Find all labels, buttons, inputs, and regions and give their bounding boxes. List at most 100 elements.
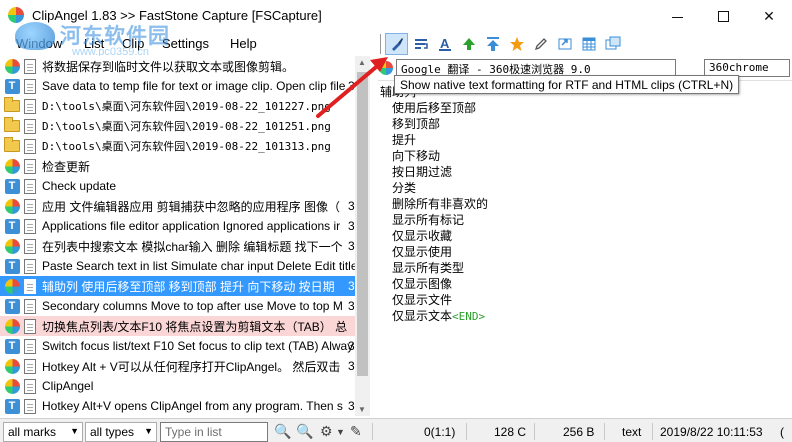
brush-icon [391,38,403,51]
list-item[interactable]: T Hotkey Alt+V opens ClipAngel from any p… [0,396,355,416]
clip-text-line: 使用后移至顶部 [392,99,476,116]
list-item[interactable]: T Secondary columns Move to top after use… [0,296,355,316]
text-type-icon: T [4,298,20,314]
list-scrollbar[interactable]: ▲ ▼ [355,56,370,416]
minimize-button[interactable] [654,0,700,32]
window-button[interactable] [601,33,624,55]
document-icon [24,178,36,194]
clip-text-line: 删除所有非喜欢的 [392,195,488,212]
open-button[interactable] [553,33,576,55]
document-icon [24,258,36,274]
text-type-icon: T [4,178,20,194]
list-item[interactable]: ClipAngel [0,376,355,396]
list-item-text: Secondary columns Move to top after use … [42,299,343,313]
native-format-button[interactable] [385,33,408,55]
status-divider [534,423,535,440]
close-icon: ✕ [763,7,775,24]
clip-text-line-content: 显示所有类型 [392,261,465,275]
list-item[interactable]: 在列表中搜索文本 模拟char输入 删除 编辑标题 找下一个 3 [0,236,355,256]
svg-text:A: A [440,36,450,51]
star-icon [509,37,524,51]
list-item[interactable]: T Switch focus list/text F10 Set focus to… [0,336,355,356]
app-source-icon [4,198,20,214]
list-item[interactable]: T Check update [0,176,355,196]
list-item[interactable]: D:\tools\桌面\河东软件园\2019-08-22_101227.png [0,96,355,116]
list-item[interactable]: 辅助列 使用后移至顶部 移到顶部 提升 向下移动 按日期 3 [0,276,355,296]
text-color-button[interactable]: A [433,33,456,55]
word-wrap-button[interactable] [409,33,432,55]
close-button[interactable]: ✕ [746,0,792,32]
list-item[interactable]: 切换焦点列表/文本F10 将焦点设置为剪辑文本（TAB） 总 [0,316,355,336]
find-previous-icon[interactable]: 🔍 [274,423,291,440]
list-item-text: D:\tools\桌面\河东软件园\2019-08-22_101227.png [42,100,331,113]
list-item[interactable]: T Paste Search text in list Simulate char… [0,256,355,276]
source-app-icon [379,61,393,75]
list-item-count: 3 [348,239,355,253]
clip-text-area[interactable]: 辅助列使用后移至顶部移到顶部提升向下移动按日期过滤分类删除所有非喜欢的显示所有标… [378,80,792,416]
toolbar-separator [380,34,382,54]
chevron-down-icon[interactable]: ▼ [336,427,345,437]
document-icon [24,358,36,374]
clipangel-app-icon [8,7,24,23]
maximize-button[interactable] [700,0,746,32]
marks-filter-value: all marks [8,425,57,439]
status-divider [604,423,605,440]
document-icon [24,238,36,254]
watermark-logo [15,22,55,50]
status-bar: all marks ▼ all types ▼ Type in list 🔍 🔍… [0,418,792,442]
list-item-count: 3 [348,299,355,313]
list-item-text: 将数据保存到临时文件以获取文本或图像剪辑。 [42,59,295,74]
menu-help[interactable]: Help [230,36,257,51]
list-item-text: Hotkey Alt + V可以从任何程序打开ClipAngel。 然后双击 [42,359,341,374]
chevron-down-icon: ▼ [144,426,153,436]
text-color-icon: A [438,36,451,51]
scroll-thumb[interactable] [357,72,368,376]
scroll-down-icon[interactable]: ▼ [358,405,366,414]
list-item[interactable]: 检查更新 [0,156,355,176]
move-top-button[interactable] [481,33,504,55]
app-source-icon [4,358,20,374]
document-icon [24,198,36,214]
clip-text-line: 显示所有标记 [392,211,464,228]
list-item[interactable]: Hotkey Alt + V可以从任何程序打开ClipAngel。 然后双击 3 [0,356,355,376]
search-input[interactable]: Type in list [160,422,268,442]
chevron-down-icon: ▼ [70,426,79,436]
list-item[interactable]: T Applications file editor application Ig… [0,216,355,236]
list-item[interactable]: 应用 文件编辑器应用 剪辑捕获中忽略的应用程序 图像（ 3 [0,196,355,216]
favorite-button[interactable] [505,33,528,55]
search-settings-gear-icon[interactable]: ⚙ [320,423,333,440]
clip-text-line-content: 提升 [392,133,417,147]
types-filter-value: all types [90,425,135,439]
clip-size: 256 B [563,425,595,439]
list-item[interactable]: T Save data to temp file for text or imag… [0,76,355,96]
table-icon [582,37,595,51]
clip-text-line-content: 仅显示文本 [392,309,453,323]
list-item-text: Check update [42,179,117,193]
clip-text-line-content: 向下移动 [392,149,441,163]
clip-text-line: 仅显示收藏 [392,227,452,244]
edit-button[interactable] [529,33,552,55]
list-item[interactable]: 将数据保存到临时文件以获取文本或图像剪辑。 [0,56,355,76]
list-item-text: ClipAngel [42,379,94,393]
text-type-icon: T [4,78,20,94]
clip-text-line: 向下移动 [392,147,440,164]
toolbar: A [376,31,626,57]
scroll-up-icon[interactable]: ▲ [358,58,366,67]
find-next-icon[interactable]: 🔍 [296,423,313,440]
clear-filter-icon[interactable]: ✎ [350,423,362,440]
marks-filter-select[interactable]: all marks ▼ [3,422,83,442]
text-type-icon: T [4,218,20,234]
types-filter-select[interactable]: all types ▼ [85,422,157,442]
list-item[interactable]: D:\tools\桌面\河东软件园\2019-08-22_101251.png [0,116,355,136]
move-up-button[interactable] [457,33,480,55]
clip-text-line-content: 使用后移至顶部 [392,101,477,115]
clip-list[interactable]: 将数据保存到临时文件以获取文本或图像剪辑。 T Save data to temp … [0,56,370,416]
app-source-icon [4,238,20,254]
list-item-text: D:\tools\桌面\河东软件园\2019-08-22_101251.png [42,120,331,133]
table-button[interactable] [577,33,600,55]
clip-text-line: 分类 [392,179,416,196]
document-icon [24,78,36,94]
list-item-count: 3 [348,79,355,93]
list-item[interactable]: D:\tools\桌面\河东软件园\2019-08-22_101313.png [0,136,355,156]
text-type-icon: T [4,258,20,274]
